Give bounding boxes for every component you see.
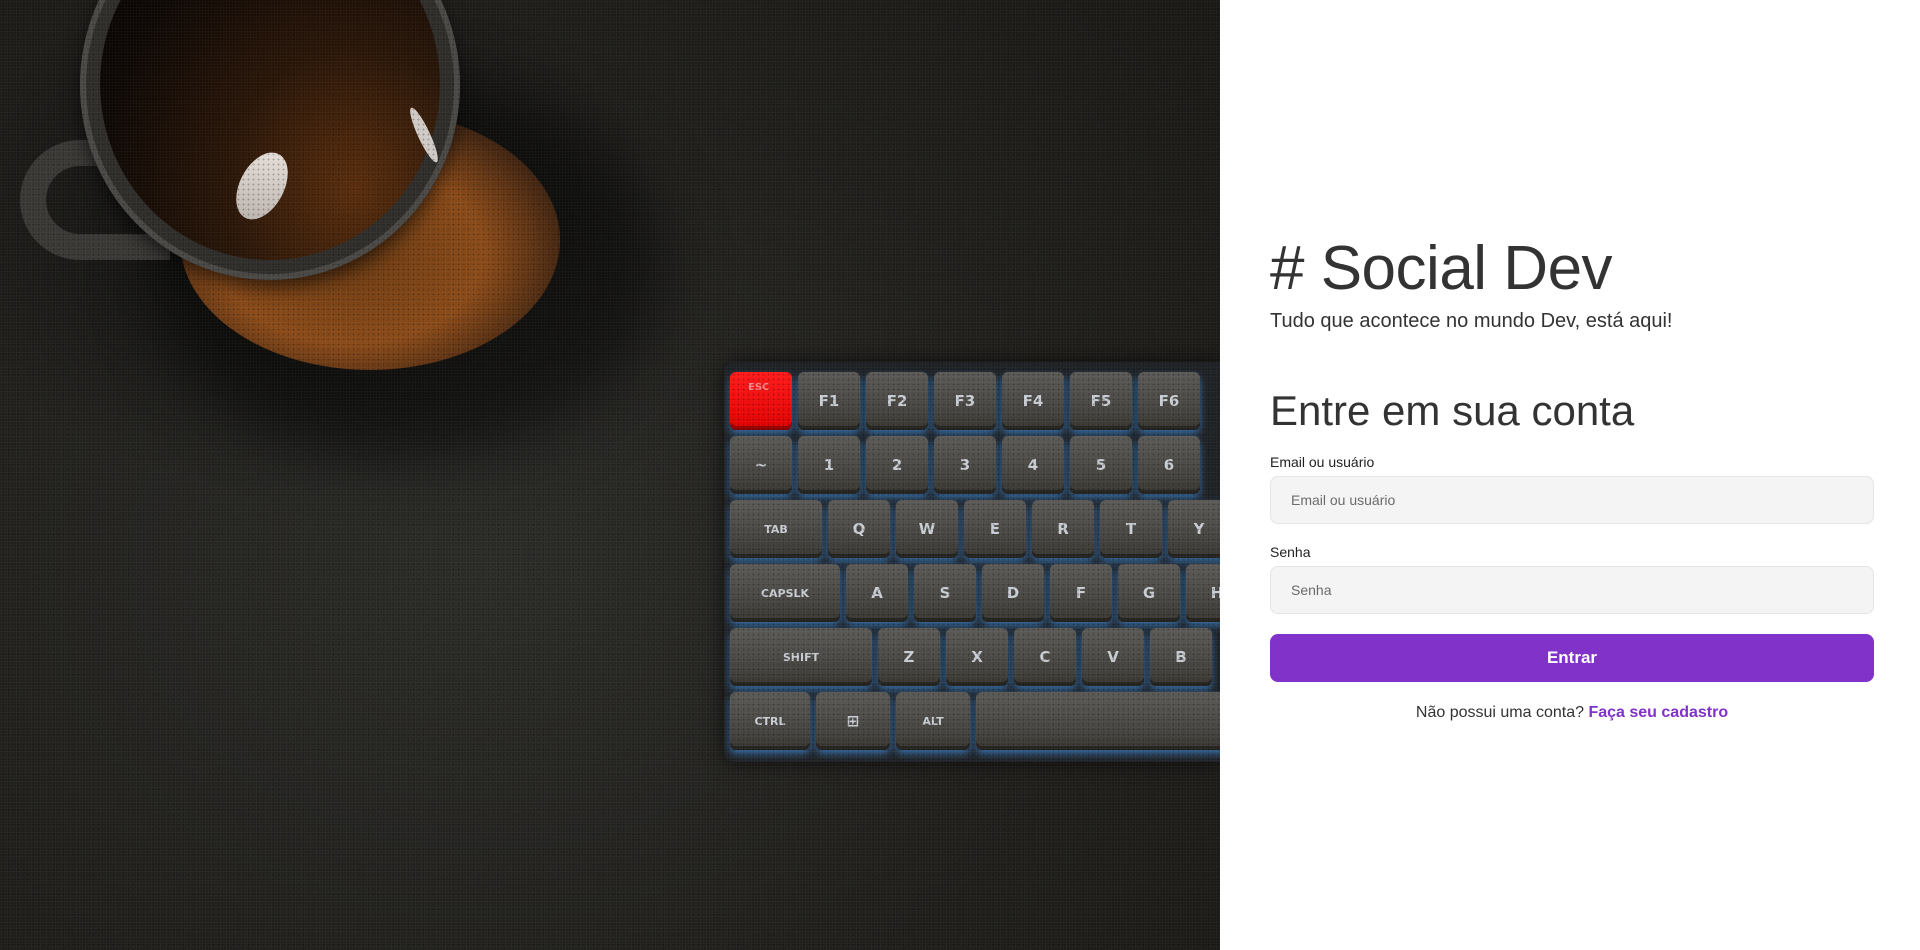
windows-key-icon: ⊞	[816, 692, 890, 750]
key-1: 1	[798, 436, 860, 494]
key-f3: F3	[934, 372, 996, 430]
key-ctrl: CTRL	[730, 692, 810, 750]
login-button[interactable]: Entrar	[1270, 634, 1874, 682]
key-esc: ESC	[730, 372, 792, 430]
keyboard-row-function: ESC F1 F2 F3 F4 F5 F6	[730, 372, 1220, 431]
login-panel: # Social Dev Tudo que acontece no mundo …	[1220, 0, 1920, 950]
login-form: Email ou usuário Senha Entrar	[1270, 454, 1920, 682]
login-page: ESC F1 F2 F3 F4 F5 F6 ~ 1 2 3 4 5 6 TAB …	[0, 0, 1920, 950]
key-tab: TAB	[730, 500, 822, 558]
keyboard-row-shift: SHIFT Z X C V B	[730, 628, 1220, 687]
key-x: X	[946, 628, 1008, 686]
key-space	[976, 692, 1220, 750]
key-shift: SHIFT	[730, 628, 872, 686]
key-capslock: CAPSLK	[730, 564, 840, 622]
key-f5: F5	[1070, 372, 1132, 430]
signup-prompt: Não possui uma conta? Faça seu cadastro	[1270, 704, 1874, 722]
signup-link[interactable]: Faça seu cadastro	[1588, 704, 1728, 721]
key-f1: F1	[798, 372, 860, 430]
key-c: C	[1014, 628, 1076, 686]
key-6: 6	[1138, 436, 1200, 494]
key-f4: F4	[1002, 372, 1064, 430]
key-r: R	[1032, 500, 1094, 558]
signup-prompt-text: Não possui uma conta?	[1415, 704, 1585, 721]
keyboard-row-numbers: ~ 1 2 3 4 5 6	[730, 436, 1220, 495]
key-h: H	[1186, 564, 1220, 622]
key-t: T	[1100, 500, 1162, 558]
key-w: W	[896, 500, 958, 558]
key-2: 2	[866, 436, 928, 494]
keyboard-row-home: CAPSLK A S D F G H	[730, 564, 1220, 623]
email-input[interactable]	[1270, 476, 1874, 524]
key-v: V	[1082, 628, 1144, 686]
key-f6: F6	[1138, 372, 1200, 430]
key-s: S	[914, 564, 976, 622]
key-4: 4	[1002, 436, 1064, 494]
key-f: F	[1050, 564, 1112, 622]
brand-title: # Social Dev	[1270, 234, 1613, 303]
form-title: Entre em sua conta	[1270, 387, 1635, 434]
key-3: 3	[934, 436, 996, 494]
key-z: Z	[878, 628, 940, 686]
keyboard: ESC F1 F2 F3 F4 F5 F6 ~ 1 2 3 4 5 6 TAB …	[724, 362, 1220, 762]
key-b: B	[1150, 628, 1212, 686]
key-f2: F2	[866, 372, 928, 430]
key-5: 5	[1070, 436, 1132, 494]
key-y: Y	[1168, 500, 1220, 558]
key-g: G	[1118, 564, 1180, 622]
key-d: D	[982, 564, 1044, 622]
keyboard-row-qwerty: TAB Q W E R T Y	[730, 500, 1220, 559]
key-tilde: ~	[730, 436, 792, 494]
key-e: E	[964, 500, 1026, 558]
hero-image: ESC F1 F2 F3 F4 F5 F6 ~ 1 2 3 4 5 6 TAB …	[0, 0, 1220, 950]
key-q: Q	[828, 500, 890, 558]
email-label: Email ou usuário	[1270, 454, 1375, 470]
password-input[interactable]	[1270, 566, 1874, 614]
brand-tagline: Tudo que acontece no mundo Dev, está aqu…	[1270, 310, 1673, 332]
key-a: A	[846, 564, 908, 622]
key-alt: ALT	[896, 692, 970, 750]
keyboard-row-bottom: CTRL ⊞ ALT	[730, 692, 1220, 751]
password-label: Senha	[1270, 544, 1311, 560]
